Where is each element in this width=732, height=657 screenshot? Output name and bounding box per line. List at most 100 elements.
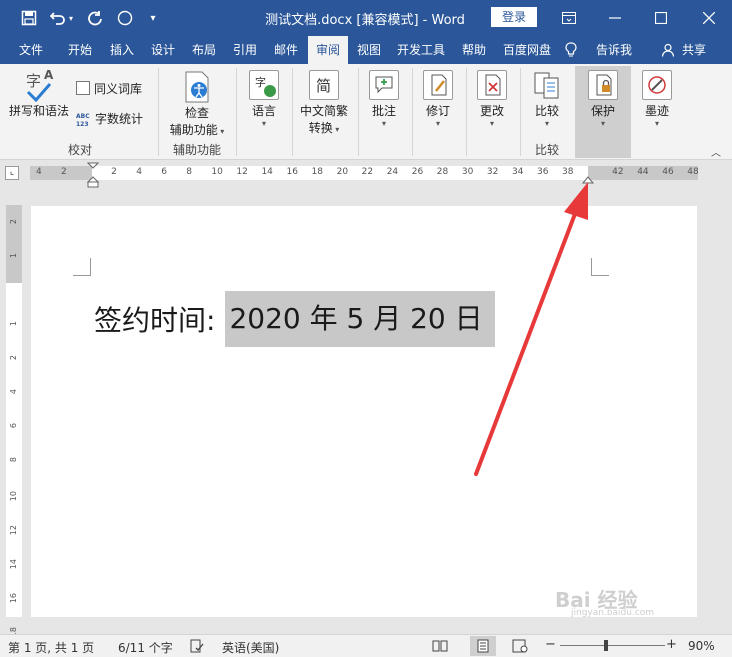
zoom-slider-thumb[interactable]: [604, 640, 608, 651]
proofing-group-label: 校对: [67, 143, 92, 157]
tell-me-search[interactable]: 告诉我: [590, 36, 638, 64]
language-button[interactable]: 字 语言 ▾: [244, 70, 284, 129]
tab-mailings[interactable]: 邮件: [266, 36, 306, 64]
ruler-tick-label: 46: [662, 167, 674, 177]
vertical-scroll-area[interactable]: [697, 206, 732, 617]
vruler-tick-label: 8: [9, 457, 18, 463]
vruler-tick-label: 2: [9, 355, 18, 361]
document-body[interactable]: 签约时间: 2020 年 5 月 20 日: [94, 291, 495, 347]
compare-button[interactable]: 比较 ▾: [526, 70, 568, 129]
spelling-grammar-icon: 字 A: [8, 68, 70, 102]
lightbulb-icon[interactable]: [564, 36, 578, 64]
tab-developer[interactable]: 开发工具: [390, 36, 452, 64]
changes-button[interactable]: 更改 ▾: [472, 70, 512, 129]
group-separator: [236, 68, 237, 156]
vertical-ruler[interactable]: 2 1 1 2 4 6 8 10 12 14 16 18: [6, 205, 22, 637]
thesaurus-button[interactable]: 同义词库: [76, 80, 142, 98]
status-bar: 第 1 页, 共 1 页 6/11 个字 英语(美国) − + 90%: [0, 634, 732, 657]
accept-reject-icon: [477, 70, 507, 100]
collapse-ribbon-icon[interactable]: ︿: [708, 144, 724, 159]
indent-marker-icon[interactable]: [87, 162, 99, 188]
ruler-tick-label: 18: [311, 167, 323, 177]
chinese-conversion-label-2: 转换: [308, 121, 333, 135]
comments-button[interactable]: 批注 ▾: [364, 70, 404, 129]
compare-label: 比较: [534, 104, 559, 118]
chinese-conversion-label-1: 中文简繁: [299, 104, 348, 118]
customize-icon[interactable]: ▾: [142, 0, 164, 36]
share-button[interactable]: 共享: [678, 36, 710, 64]
tab-selector-icon[interactable]: ⌞: [5, 166, 19, 180]
language-status[interactable]: 英语(美国): [222, 639, 279, 656]
zoom-level[interactable]: 90%: [688, 639, 715, 653]
zoom-slider[interactable]: [560, 645, 665, 646]
ruler-tick-label: 2: [111, 167, 117, 177]
vruler-tick-label: 1: [9, 321, 18, 327]
tab-home[interactable]: 开始: [60, 36, 100, 64]
simplified-traditional-icon: 简: [309, 70, 339, 100]
minimize-icon[interactable]: [592, 0, 638, 36]
word-count-label: 字数统计: [95, 112, 144, 126]
group-separator: [358, 68, 359, 156]
ruler-tick-label: 10: [211, 167, 223, 177]
share-person-icon[interactable]: [660, 36, 676, 64]
web-layout-icon[interactable]: [512, 639, 528, 656]
protect-label: 保护: [590, 104, 615, 118]
redo-icon[interactable]: [82, 0, 108, 36]
tab-baidu-netdisk[interactable]: 百度网盘: [496, 36, 558, 64]
ink-button[interactable]: 墨迹 ▾: [636, 70, 678, 129]
tab-insert[interactable]: 插入: [102, 36, 142, 64]
save-icon[interactable]: [14, 0, 44, 36]
thesaurus-label: 同义词库: [94, 82, 143, 96]
close-icon[interactable]: [686, 0, 732, 36]
ruler-tick-label: 12: [236, 167, 248, 177]
accessibility-button-label: 辅助功能: [169, 123, 218, 137]
chinese-conversion-button[interactable]: 简 中文简繁 转换 ▾: [296, 70, 352, 136]
word-count[interactable]: 6/11 个字: [118, 639, 173, 656]
new-comment-icon: [369, 70, 399, 100]
document-title: 测试文档.docx [兼容模式] - Word: [265, 13, 465, 28]
ruler-tick-label: 20: [336, 167, 349, 177]
vruler-tick-label: 6: [9, 423, 18, 429]
vruler-tick-label: 2: [9, 219, 18, 225]
tab-help[interactable]: 帮助: [454, 36, 494, 64]
print-layout-icon[interactable]: [470, 636, 496, 656]
page-count[interactable]: 第 1 页, 共 1 页: [8, 639, 94, 656]
zoom-in-button[interactable]: +: [666, 637, 677, 652]
ruler-tick-label: 24: [386, 167, 399, 177]
contract-time-label: 签约时间:: [94, 304, 216, 337]
ribbon-display-icon[interactable]: [546, 0, 592, 36]
spelling-grammar-button[interactable]: 字 A 拼写和语法: [8, 68, 70, 119]
margin-corner-mark: [73, 258, 91, 276]
proofing-status-icon[interactable]: [190, 639, 204, 656]
group-separator: [466, 68, 467, 156]
lock-icon: [588, 70, 618, 100]
selected-date-text[interactable]: 2020 年 5 月 20 日: [225, 291, 495, 347]
track-changes-button[interactable]: 修订 ▾: [418, 70, 458, 129]
read-mode-icon[interactable]: [432, 639, 448, 656]
vruler-tick-label: 14: [9, 559, 18, 570]
maximize-icon[interactable]: [638, 0, 684, 36]
tab-review[interactable]: 审阅: [308, 36, 348, 64]
zoom-out-button[interactable]: −: [545, 637, 556, 652]
login-button[interactable]: 登录: [491, 7, 537, 27]
tab-file[interactable]: 文件: [12, 36, 50, 64]
tab-design[interactable]: 设计: [143, 36, 183, 64]
tab-layout[interactable]: 布局: [184, 36, 224, 64]
horizontal-ruler: ⌞ 4 2 2 4 6 8 10 12 14 16 18 20 22 24 26 28 30 32 34 36 38 42…: [0, 160, 732, 188]
ruler-tick-label: 44: [637, 167, 649, 177]
undo-icon[interactable]: ▾: [46, 0, 76, 36]
check-label: 检查: [184, 106, 209, 120]
word-count-icon: ABC 123: [76, 113, 90, 128]
accessibility-icon: [182, 70, 212, 104]
check-accessibility-button[interactable]: 检查 辅助功能 ▾: [166, 70, 228, 138]
tab-references[interactable]: 引用: [225, 36, 265, 64]
vruler-tick-label: 4: [9, 389, 18, 395]
protect-button[interactable]: 保护 ▾: [575, 66, 631, 158]
track-changes-icon: [423, 70, 453, 100]
word-count-button[interactable]: ABC 123 字数统计: [76, 110, 143, 128]
group-separator: [520, 68, 521, 156]
ribbon-review: 字 A 拼写和语法 同义词库 ABC 123 字数统计 校对 检查 辅助功能 ▾ 辅…: [0, 64, 732, 160]
touch-mode-icon[interactable]: [112, 0, 138, 36]
tab-view[interactable]: 视图: [349, 36, 389, 64]
ruler-tick-label: 14: [261, 167, 273, 177]
